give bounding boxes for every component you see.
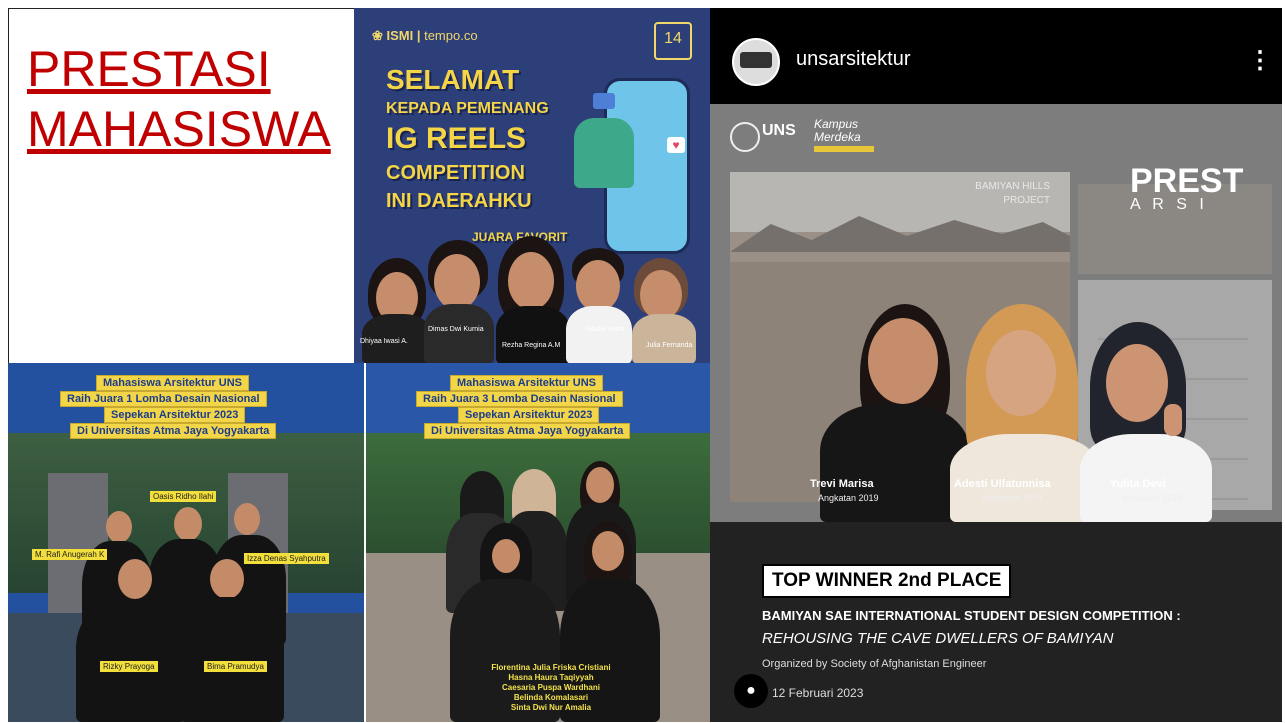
winner-name: Rezha Regina A.M xyxy=(502,342,561,349)
name-label: M. Rafi Anugerah K xyxy=(32,549,108,560)
person-head xyxy=(586,467,614,503)
winner-face xyxy=(508,252,554,310)
banner-line-4: Di Universitas Atma Jaya Yogyakarta xyxy=(424,423,631,439)
winner-name: Julia Fernanda xyxy=(646,342,693,349)
more-options-icon[interactable]: ⋮ xyxy=(1248,46,1272,75)
winner-name: Adesti Ulfatunnisa xyxy=(954,478,1051,490)
user-tag-icon[interactable]: ● xyxy=(734,674,768,708)
reels-logo: ❀ ISMI | tempo.co xyxy=(372,28,478,44)
peace-hand-icon xyxy=(1164,404,1182,436)
banner-line-3: Sepekan Arsitektur 2023 xyxy=(104,407,246,423)
kampus-merdeka-underline xyxy=(814,146,874,152)
banner-line-4: Di Universitas Atma Jaya Yogyakarta xyxy=(70,423,277,439)
competition-subtitle: REHOUSING THE CAVE DWELLERS OF BAMIYAN xyxy=(762,630,1114,647)
tempo-logo: tempo.co xyxy=(424,28,478,43)
winner-body xyxy=(820,404,970,522)
banner-line-2: Raih Juara 1 Lomba Desain Nasional xyxy=(60,391,267,407)
reels-headline-1: SELAMAT xyxy=(386,64,520,95)
name-label: Izza Denas Syahputra xyxy=(244,553,329,564)
kampus-merdeka-logo: Kampus Merdeka xyxy=(814,117,861,144)
reels-headline-5: INI DAERAHKU xyxy=(386,190,532,212)
winner-body xyxy=(424,304,494,363)
name-label: Rizky Prayoga xyxy=(100,661,158,672)
banner-line-3: Sepekan Arsitektur 2023 xyxy=(458,407,600,423)
winner-face xyxy=(1106,344,1168,422)
person-head xyxy=(210,559,244,599)
person-head xyxy=(492,539,520,573)
juara1-poster: Mahasiswa Arsitektur UNS Raih Juara 1 Lo… xyxy=(8,363,364,722)
winner-face xyxy=(640,270,682,320)
name-label: Caesaria Puspa Wardhani xyxy=(502,683,600,692)
anniversary-badge-icon: 14 xyxy=(654,22,692,60)
winner-name: Dhiyaa Iwasi A. xyxy=(360,338,408,345)
juara3-poster: Mahasiswa Arsitektur UNS Raih Juara 3 Lo… xyxy=(366,363,710,722)
banner-line-2: Raih Juara 3 Lomba Desain Nasional xyxy=(416,391,623,407)
person-head xyxy=(592,531,624,571)
competition-name: BAMIYAN SAE INTERNATIONAL STUDENT DESIGN… xyxy=(762,608,1181,623)
title-line-2: MAHASISWA xyxy=(27,101,331,157)
illustrated-person-icon xyxy=(574,118,634,188)
winner-year: Angkatan 2019 xyxy=(982,493,1043,503)
name-label: Oasis Ridho Ilahi xyxy=(150,491,217,502)
heart-icon: ♥ xyxy=(667,137,685,153)
name-label: Belinda Komalasari xyxy=(513,693,589,702)
post-header: unsarsitektur ⋮ xyxy=(710,8,1282,104)
organizer-text: Organized by Society of Afghanistan Engi… xyxy=(762,658,987,670)
reels-headline-4: COMPETITION xyxy=(386,162,525,184)
winner-body xyxy=(566,306,632,363)
winner-name: Naufal Haris xyxy=(586,326,625,333)
winner-body xyxy=(496,306,570,363)
winner-year: Angkatan 2019 xyxy=(1122,493,1183,503)
person-head xyxy=(234,503,260,535)
profile-avatar[interactable] xyxy=(732,38,780,86)
title-area: PRESTASI MAHASISWA xyxy=(8,8,355,364)
profile-username[interactable]: unsarsitektur xyxy=(796,48,911,71)
ismi-logo-icon: ❀ ISMI | xyxy=(372,28,425,43)
name-label: Hasna Haura Taqiyyah xyxy=(508,673,594,682)
person-head xyxy=(118,559,152,599)
winner-face xyxy=(868,318,938,404)
winner-name: Yulita Devi xyxy=(1110,478,1166,490)
winner-face xyxy=(434,254,480,310)
name-list: Florentina Julia Friska Cristiani Hasna … xyxy=(466,663,636,713)
post-date: 12 Februari 2023 xyxy=(772,686,864,700)
winner-name: Dimas Dwi Kurnia xyxy=(428,326,484,333)
like-icon xyxy=(593,93,615,109)
title-line-1: PRESTASI xyxy=(27,41,271,97)
uns-seal-icon xyxy=(730,122,760,152)
person-body xyxy=(180,597,284,722)
project-label: BAMIYAN HILLS PROJECT xyxy=(975,181,1050,206)
banner-line-1: Mahasiswa Arsitektur UNS xyxy=(450,375,603,391)
winner-face xyxy=(576,260,620,312)
person-head xyxy=(174,507,202,541)
post-image: UNS Kampus Merdeka BAMIYAN HILLS PROJECT… xyxy=(710,104,1282,522)
arsitektur-heading: A R S I xyxy=(1130,196,1208,213)
uns-logo: UNS xyxy=(762,122,796,139)
reels-headline-2: KEPADA PEMENANG xyxy=(386,100,549,117)
name-label: Bima Pramudya xyxy=(204,661,267,672)
person-head xyxy=(106,511,132,543)
reels-headline-3: IG REELS xyxy=(386,122,527,155)
post-caption-area: TOP WINNER 2nd PLACE BAMIYAN SAE INTERNA… xyxy=(710,522,1282,722)
name-label: Sinta Dwi Nur Amalia xyxy=(510,703,592,712)
building-logo-icon xyxy=(740,52,772,68)
name-label: Florentina Julia Friska Cristiani xyxy=(491,663,611,672)
winner-body xyxy=(632,314,696,363)
winner-face xyxy=(986,330,1056,416)
reels-poster: ❀ ISMI | tempo.co 14 ♥ SELAMAT KEPADA PE… xyxy=(354,8,710,363)
winner-year: Angkatan 2019 xyxy=(818,493,879,503)
award-badge: TOP WINNER 2nd PLACE xyxy=(762,564,1012,598)
winner-name: Trevi Marisa xyxy=(810,478,874,490)
instagram-post: unsarsitektur ⋮ UNS Kampus Merdeka BAMIY… xyxy=(710,8,1282,722)
banner-line-1: Mahasiswa Arsitektur UNS xyxy=(96,375,249,391)
